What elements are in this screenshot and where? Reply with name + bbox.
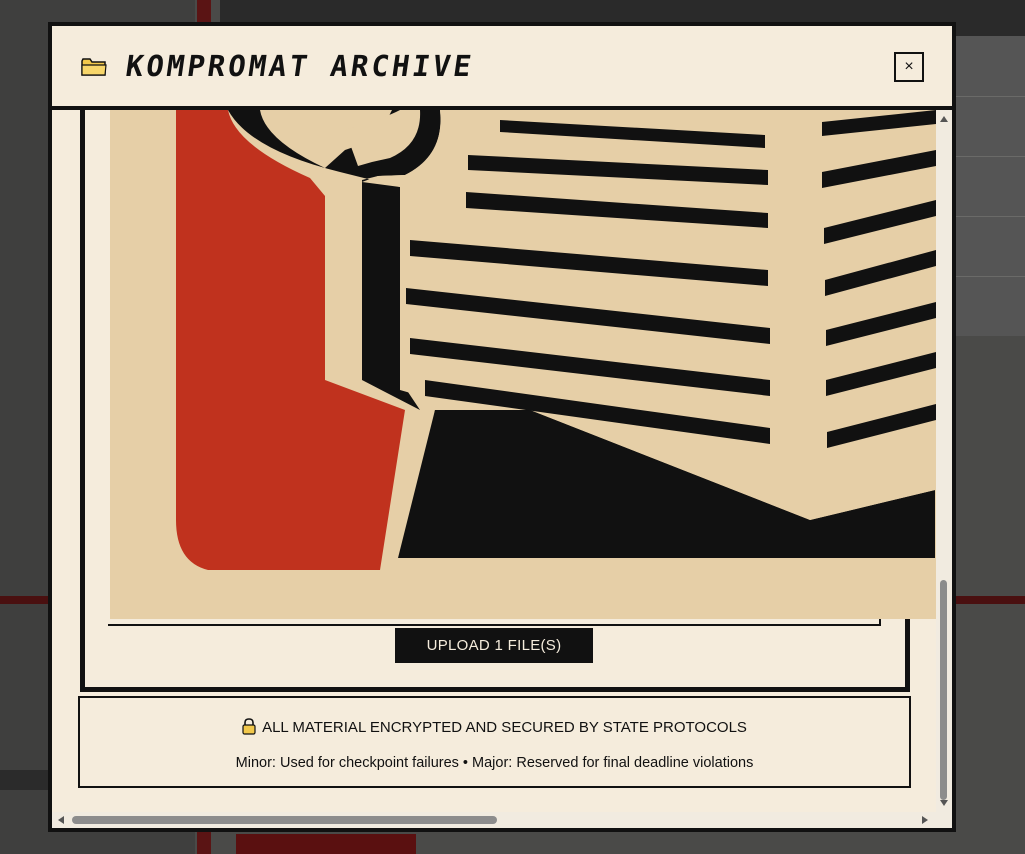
folder-icon — [81, 58, 107, 76]
scroll-up-arrow-icon[interactable] — [940, 116, 948, 122]
modal-scroll-area[interactable]: UPLOAD 1 FILE(S) ALL MATERIAL ENCRYPTED … — [52, 110, 936, 812]
vertical-scrollbar[interactable] — [936, 110, 952, 812]
vertical-scroll-thumb[interactable] — [940, 580, 947, 800]
scroll-down-arrow-icon[interactable] — [940, 800, 948, 806]
scroll-right-arrow-icon[interactable] — [922, 816, 928, 824]
background-footer-block — [236, 834, 416, 854]
modal-header: KOMPROMAT ARCHIVE × — [52, 26, 952, 110]
poster-preview-image — [110, 110, 936, 619]
close-icon: × — [904, 58, 914, 75]
security-notice: ALL MATERIAL ENCRYPTED AND SECURED BY ST… — [80, 718, 909, 736]
modal-title: KOMPROMAT ARCHIVE — [123, 49, 477, 83]
close-button[interactable]: × — [894, 52, 924, 82]
kompromat-archive-modal: KOMPROMAT ARCHIVE × UPLOAD 1 FILE(S) ALL… — [48, 22, 956, 832]
lock-icon — [242, 718, 256, 735]
background-row-divider — [953, 216, 1025, 217]
horizontal-scroll-thumb[interactable] — [72, 816, 497, 824]
background-row-divider — [953, 156, 1025, 157]
background-row-divider — [953, 96, 1025, 97]
security-notice-text: ALL MATERIAL ENCRYPTED AND SECURED BY ST… — [262, 719, 747, 736]
background-block — [0, 770, 50, 790]
scroll-left-arrow-icon[interactable] — [58, 816, 64, 824]
security-footer: ALL MATERIAL ENCRYPTED AND SECURED BY ST… — [78, 696, 911, 788]
background-row-divider — [953, 276, 1025, 277]
horizontal-scrollbar[interactable] — [52, 812, 936, 828]
severity-legend: Minor: Used for checkpoint failures • Ma… — [235, 755, 754, 771]
background-table — [953, 36, 1025, 336]
scrollbar-corner — [936, 812, 952, 828]
upload-button[interactable]: UPLOAD 1 FILE(S) — [395, 628, 593, 663]
